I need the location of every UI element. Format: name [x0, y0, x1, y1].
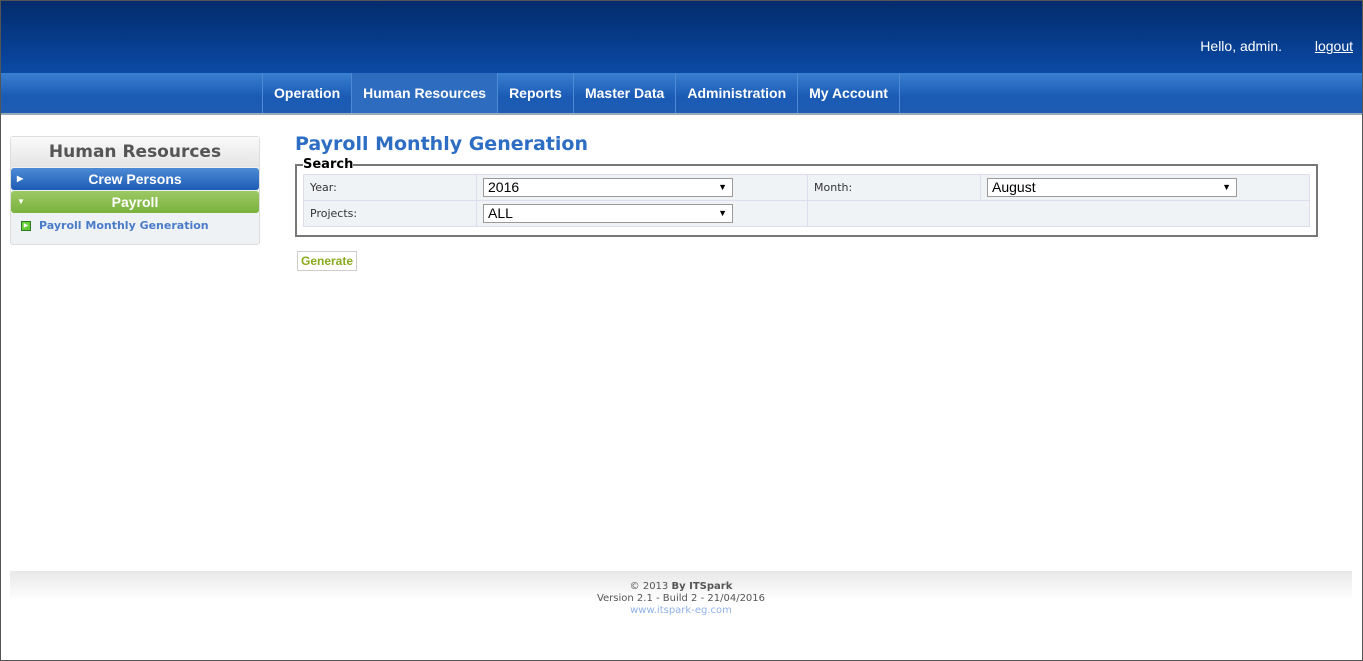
- sidebar-title: Human Resources: [11, 137, 259, 167]
- play-icon: ▶: [21, 220, 31, 231]
- month-select[interactable]: August: [987, 178, 1237, 197]
- sidebar: Human Resources ▶ Crew Persons ▼ Payroll ▶…: [10, 136, 260, 245]
- group-label: Payroll: [111, 194, 159, 210]
- search-fieldset: Search Year: 2016 Month: August Projects…: [295, 157, 1318, 237]
- footer: © 2013 By ITSpark Version 2.1 - Build 2 …: [10, 571, 1352, 616]
- nav-operation[interactable]: Operation: [262, 73, 351, 113]
- version: Version 2.1 - Build 2 - 21/04/2016: [596, 593, 766, 604]
- search-legend: Search: [303, 157, 354, 172]
- sidebar-item-payroll-monthly-generation[interactable]: ▶ Payroll Monthly Generation: [11, 214, 259, 232]
- caret-down-icon: ▼: [17, 197, 25, 206]
- projects-label: Projects:: [303, 200, 477, 227]
- copyright: © 2013: [629, 581, 669, 592]
- sidebar-group-payroll[interactable]: ▼ Payroll: [11, 191, 259, 213]
- year-select[interactable]: 2016: [483, 178, 733, 197]
- year-label: Year:: [303, 174, 477, 201]
- nav-master-data[interactable]: Master Data: [572, 73, 675, 113]
- greeting: Hello, admin.: [1200, 38, 1282, 54]
- nav-human-resources[interactable]: Human Resources: [351, 73, 498, 113]
- nav-my-account[interactable]: My Account: [797, 73, 900, 113]
- main-nav: Operation Human Resources Reports Master…: [1, 73, 1362, 115]
- month-label: Month:: [807, 174, 981, 201]
- company: By ITSpark: [671, 581, 733, 592]
- page-title: Payroll Monthly Generation: [295, 133, 588, 155]
- website-link[interactable]: www.itspark-eg.com: [630, 605, 732, 616]
- group-label: Crew Persons: [88, 171, 182, 187]
- projects-select[interactable]: ALL: [483, 204, 733, 223]
- sidebar-group-crew-persons[interactable]: ▶ Crew Persons: [11, 168, 259, 190]
- caret-right-icon: ▶: [17, 174, 24, 183]
- header: Hello, admin. logout: [1, 1, 1362, 73]
- logout-link[interactable]: logout: [1315, 38, 1353, 54]
- nav-reports[interactable]: Reports: [497, 73, 573, 113]
- nav-administration[interactable]: Administration: [675, 73, 797, 113]
- item-label: Payroll Monthly Generation: [39, 219, 209, 232]
- generate-button[interactable]: Generate: [297, 251, 358, 271]
